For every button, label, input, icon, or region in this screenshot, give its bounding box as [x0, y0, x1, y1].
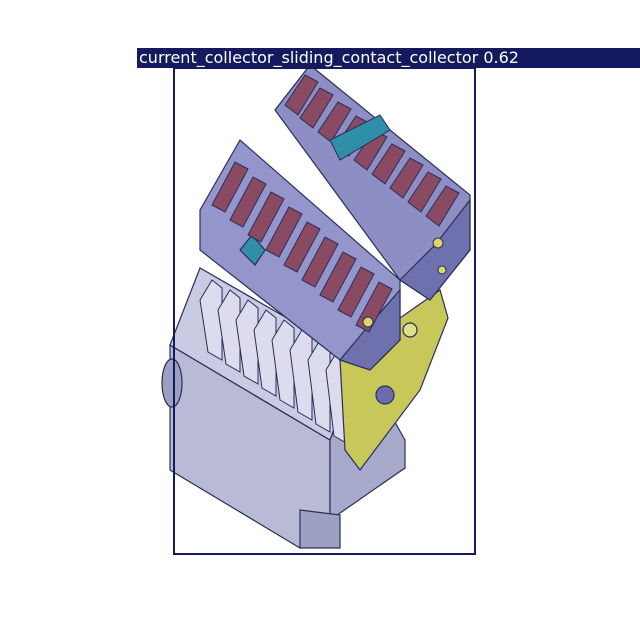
detection-label: current_collector_sliding_contact_collec…	[137, 48, 640, 68]
detection-class-name: current_collector_sliding_contact_collec…	[139, 48, 479, 67]
detection-bounding-box	[173, 67, 476, 555]
detection-confidence: 0.62	[483, 48, 519, 67]
